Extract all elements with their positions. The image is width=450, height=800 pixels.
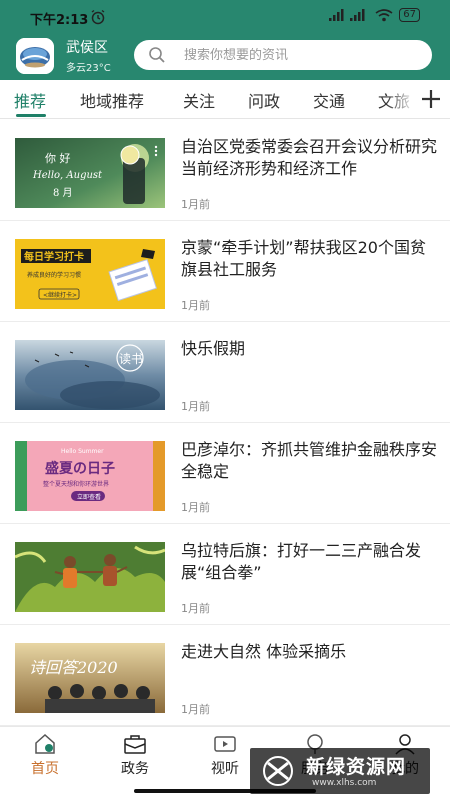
svg-text:8 月: 8 月: [53, 187, 73, 199]
watermark-logo-icon: [263, 756, 293, 786]
svg-text:读书: 读书: [119, 352, 143, 366]
signal-icon: [329, 9, 365, 21]
news-thumbnail: 你 好 Hello, August 8 月: [15, 138, 165, 208]
news-item[interactable]: 每日学习打卡 养成良好的学习习惯 <继续打卡> 京蒙“牵手计划”帮扶我区20个国…: [0, 221, 450, 322]
tab-recommend[interactable]: 推荐: [14, 88, 46, 112]
news-thumbnail: Hello Summer 盛夏の日子 整个夏天想和你环游世界 立即查看: [15, 441, 165, 511]
location-weather[interactable]: 武侯区 多云23°C: [66, 37, 111, 74]
status-bar: 下午2:13 67: [0, 0, 450, 34]
watermark-title: 新绿资源网: [306, 756, 407, 778]
app-bar: 武侯区 多云23°C: [0, 34, 450, 80]
news-thumbnail: 读书: [15, 340, 165, 410]
news-thumbnail: 诗回答2020: [15, 643, 165, 713]
home-icon: [35, 733, 55, 754]
news-title: 巴彦淖尔：齐抓共管维护金融秩序安全稳定: [181, 440, 437, 481]
video-icon: [214, 736, 236, 752]
news-time: 1月前: [181, 703, 210, 716]
news-time: 1月前: [181, 299, 210, 312]
svg-text:立即查看: 立即查看: [77, 493, 101, 501]
app-header: 下午2:13 67 武侯区 多云23°C 搜索你想要的资讯: [0, 0, 450, 80]
svg-text:每日学习打卡: 每日学习打卡: [24, 250, 84, 263]
nav-label: 首页: [31, 761, 59, 777]
news-thumbnail: [15, 542, 165, 612]
wifi-icon: [375, 8, 393, 21]
news-time: 1月前: [181, 501, 210, 514]
battery-indicator: 67: [399, 8, 420, 22]
svg-text:诗回答2020: 诗回答2020: [29, 658, 118, 677]
category-tabs: 推荐 地域推荐 关注 问政 交通 文旅: [0, 80, 450, 119]
news-time: 1月前: [181, 198, 210, 211]
tab-follow[interactable]: 关注: [183, 88, 215, 112]
watermark-url: www.xlhs.com: [312, 778, 377, 788]
news-title: 快乐假期: [181, 339, 246, 358]
svg-text:整个夏天想和你环游世界: 整个夏天想和你环游世界: [43, 480, 109, 488]
svg-text:养成良好的学习习惯: 养成良好的学习习惯: [27, 271, 81, 279]
news-item[interactable]: 诗回答2020 走进大自然 体验采摘乐 1月前: [0, 625, 450, 726]
news-title: 乌拉特后旗：打好一二三产融合发展“组合拳”: [181, 541, 422, 582]
news-list: 你 好 Hello, August 8 月 自治区党委常委会召开会议分析研究当前…: [0, 120, 450, 726]
news-item[interactable]: 乌拉特后旗：打好一二三产融合发展“组合拳” 1月前: [0, 524, 450, 625]
news-title: 京蒙“牵手计划”帮扶我区20个国贫旗县社工服务: [181, 238, 426, 279]
news-item[interactable]: Hello Summer 盛夏の日子 整个夏天想和你环游世界 立即查看 巴彦淖尔…: [0, 423, 450, 524]
tab-inquiry[interactable]: 问政: [248, 88, 280, 112]
news-item[interactable]: 你 好 Hello, August 8 月 自治区党委常委会召开会议分析研究当前…: [0, 120, 450, 221]
watermark: 新绿资源网 www.xlhs.com: [250, 748, 430, 794]
add-tab-button[interactable]: [410, 80, 450, 118]
weather-text: 多云23°C: [66, 63, 111, 74]
plus-icon: [422, 90, 440, 108]
nav-label: 政务: [121, 761, 149, 777]
news-title: 自治区党委常委会召开会议分析研究当前经济形势和经济工作: [181, 137, 437, 178]
news-time: 1月前: [181, 400, 210, 413]
nav-government[interactable]: 政务: [100, 733, 170, 783]
svg-text:Hello, August: Hello, August: [32, 170, 103, 181]
alarm-icon: [91, 9, 105, 25]
svg-text:你 好: 你 好: [45, 151, 71, 165]
news-title: 走进大自然 体验采摘乐: [181, 642, 347, 661]
search-input[interactable]: [184, 47, 414, 63]
nav-home[interactable]: 首页: [10, 733, 80, 783]
svg-text:Hello Summer: Hello Summer: [61, 448, 104, 455]
active-tab-indicator: [16, 114, 46, 117]
app-logo[interactable]: [16, 38, 54, 74]
news-time: 1月前: [181, 602, 210, 615]
tab-traffic[interactable]: 交通: [313, 88, 345, 112]
news-thumbnail: 每日学习打卡 养成良好的学习习惯 <继续打卡>: [15, 239, 165, 309]
svg-text:<继续打卡>: <继续打卡>: [43, 291, 77, 299]
location-name: 武侯区: [66, 40, 108, 56]
news-item[interactable]: 读书 快乐假期 1月前: [0, 322, 450, 423]
svg-text:盛夏の日子: 盛夏の日子: [45, 460, 115, 477]
search-bar[interactable]: [134, 40, 432, 70]
status-time: 下午2:13: [30, 13, 89, 28]
briefcase-icon: [124, 735, 146, 754]
search-icon: [149, 47, 165, 63]
tab-regional[interactable]: 地域推荐: [80, 88, 144, 112]
